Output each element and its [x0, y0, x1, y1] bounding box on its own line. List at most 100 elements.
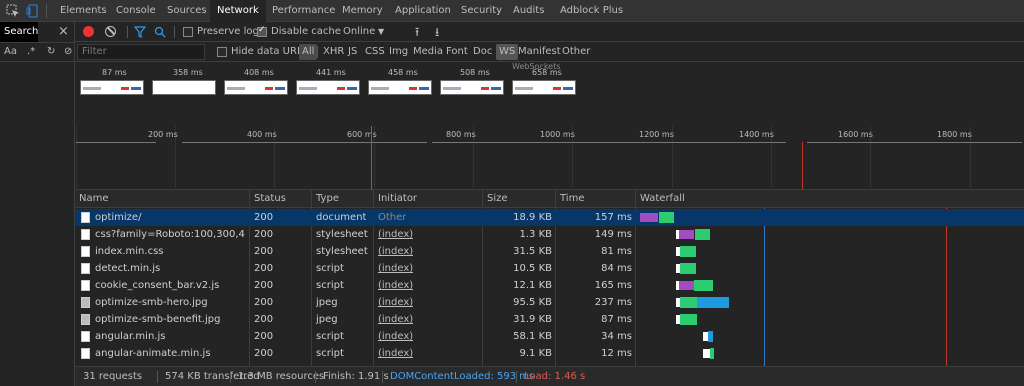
preserve-log-checkbox[interactable]: [183, 27, 193, 37]
request-initiator[interactable]: (index): [378, 243, 413, 260]
filter-input[interactable]: Filter: [77, 44, 205, 60]
request-size: 9.1 KB: [519, 348, 553, 359]
filmstrip-frame[interactable]: [224, 80, 288, 95]
hide-data-urls-checkbox[interactable]: [217, 47, 227, 57]
column-header-time[interactable]: Time: [556, 190, 584, 208]
filter-type-ws[interactable]: WS: [496, 44, 519, 60]
chevron-down-icon[interactable]: ▼: [378, 22, 384, 42]
script-icon: [81, 348, 90, 359]
clear-search-icon[interactable]: ⊘: [64, 46, 72, 57]
request-initiator[interactable]: (index): [378, 260, 413, 277]
ruler-gridline: [76, 126, 77, 190]
table-row[interactable]: detect.min.js 200 script (index) 10.5 KB…: [75, 260, 1024, 277]
request-initiator[interactable]: (index): [378, 294, 413, 311]
request-size: 58.1 KB: [513, 331, 552, 342]
request-name[interactable]: detect.min.js: [95, 260, 245, 277]
disable-cache-checkbox[interactable]: [257, 25, 267, 37]
status-separator: [315, 371, 316, 383]
inspect-element-icon[interactable]: [6, 4, 20, 18]
tab-audits[interactable]: Audits: [506, 0, 551, 22]
request-name[interactable]: optimize-smb-benefit.jpg: [95, 311, 245, 328]
filter-type-font[interactable]: Font: [446, 42, 468, 62]
export-har-icon[interactable]: ⭳: [435, 22, 439, 42]
column-header-status[interactable]: Status: [250, 190, 286, 208]
filter-type-manifest[interactable]: Manifest: [518, 42, 561, 62]
search-icon[interactable]: [154, 26, 166, 38]
table-row[interactable]: angular-animate.min.js 200 script (index…: [75, 345, 1024, 362]
filter-type-xhr[interactable]: XHR: [323, 42, 344, 62]
ruler-label: 1400 ms: [739, 130, 774, 139]
request-name[interactable]: angular.min.js: [95, 328, 245, 345]
column-header-size[interactable]: Size: [483, 190, 508, 208]
request-name[interactable]: optimize-smb-hero.jpg: [95, 294, 245, 311]
regex-button[interactable]: .*: [27, 46, 35, 57]
column-header-waterfall[interactable]: Waterfall: [636, 190, 685, 208]
request-initiator[interactable]: (index): [378, 311, 413, 328]
import-har-icon[interactable]: ⭱: [415, 22, 419, 42]
request-name[interactable]: index.min.css: [95, 243, 245, 260]
filmstrip-frame[interactable]: [512, 80, 576, 95]
waterfall-content-bar: [708, 331, 713, 342]
request-time: 237 ms: [594, 297, 632, 308]
column-header-type[interactable]: Type: [312, 190, 339, 208]
table-row[interactable]: cookie_consent_bar.v2.js 200 script (ind…: [75, 277, 1024, 294]
filter-type-all[interactable]: All: [299, 44, 318, 60]
request-name[interactable]: css?family=Roboto:100,300,400,50...: [95, 226, 245, 243]
filmstrip-frame[interactable]: [296, 80, 360, 95]
table-row[interactable]: angular.min.js 200 script (index) 58.1 K…: [75, 328, 1024, 345]
column-header-name[interactable]: Name: [75, 190, 109, 208]
filmstrip-time: 458 ms: [388, 68, 418, 77]
table-row[interactable]: index.min.css 200 stylesheet (index) 31.…: [75, 243, 1024, 260]
filmstrip-frame[interactable]: [440, 80, 504, 95]
device-toolbar-icon[interactable]: [26, 4, 40, 18]
match-case-button[interactable]: Aa: [4, 46, 17, 57]
request-initiator[interactable]: (index): [378, 345, 413, 362]
tab-application[interactable]: Application: [388, 0, 458, 22]
filmstrip-frame[interactable]: [80, 80, 144, 95]
request-time: 81 ms: [601, 246, 632, 257]
network-toolbar: Preserve log Disable cache Online ▼ ⭱ ⭳: [75, 22, 1024, 42]
table-row[interactable]: optimize/ 200 document Other 18.9 KB 157…: [75, 209, 1024, 226]
request-name[interactable]: cookie_consent_bar.v2.js: [95, 277, 245, 294]
refresh-icon[interactable]: ↻: [47, 46, 55, 57]
tab-sources[interactable]: Sources: [160, 0, 214, 22]
column-header-initiator[interactable]: Initiator: [374, 190, 417, 208]
request-time: 165 ms: [594, 280, 632, 291]
request-initiator[interactable]: (index): [378, 226, 413, 243]
filter-type-img[interactable]: Img: [389, 42, 408, 62]
tab-network[interactable]: Network: [210, 0, 266, 22]
request-name[interactable]: angular-animate.min.js: [95, 345, 245, 362]
table-row[interactable]: optimize-smb-hero.jpg 200 jpeg (index) 9…: [75, 294, 1024, 311]
filter-type-css[interactable]: CSS: [365, 42, 385, 62]
filter-type-other[interactable]: Other: [562, 42, 590, 62]
request-type: script: [316, 280, 344, 291]
filter-icon[interactable]: [134, 26, 146, 38]
tab-performance[interactable]: Performance: [265, 0, 342, 22]
devtools-tabbar: Elements Console Sources Network Perform…: [0, 0, 1024, 22]
request-initiator[interactable]: (index): [378, 277, 413, 294]
tab-elements[interactable]: Elements: [53, 0, 114, 22]
tab-memory[interactable]: Memory: [335, 0, 390, 22]
requests-count: 31 requests: [83, 371, 143, 382]
request-status: 200: [254, 263, 274, 274]
tab-security[interactable]: Security: [454, 0, 509, 22]
search-tab[interactable]: Search: [0, 22, 38, 42]
close-icon[interactable]: ×: [58, 24, 69, 39]
tab-console[interactable]: Console: [109, 0, 163, 22]
table-row[interactable]: css?family=Roboto:100,300,400,50... 200 …: [75, 226, 1024, 243]
hide-data-urls-label: Hide data URLs: [231, 46, 308, 57]
request-name[interactable]: optimize/: [95, 209, 245, 226]
clear-button[interactable]: [105, 26, 116, 37]
filter-type-js[interactable]: JS: [348, 42, 357, 62]
tab-adblock-plus[interactable]: Adblock Plus: [553, 0, 630, 22]
network-status-bar: 31 requests 574 KB transferred 1.3 MB re…: [75, 366, 1024, 386]
table-row[interactable]: optimize-smb-benefit.jpg 200 jpeg (index…: [75, 311, 1024, 328]
filter-type-media[interactable]: Media: [413, 42, 443, 62]
throttling-select[interactable]: Online: [343, 22, 375, 42]
filmstrip-frame[interactable]: [152, 80, 216, 95]
ruler-activity-line: [76, 142, 156, 143]
filmstrip-frame[interactable]: [368, 80, 432, 95]
filter-type-doc[interactable]: Doc: [473, 42, 492, 62]
request-initiator[interactable]: (index): [378, 328, 413, 345]
record-button[interactable]: [83, 26, 94, 37]
